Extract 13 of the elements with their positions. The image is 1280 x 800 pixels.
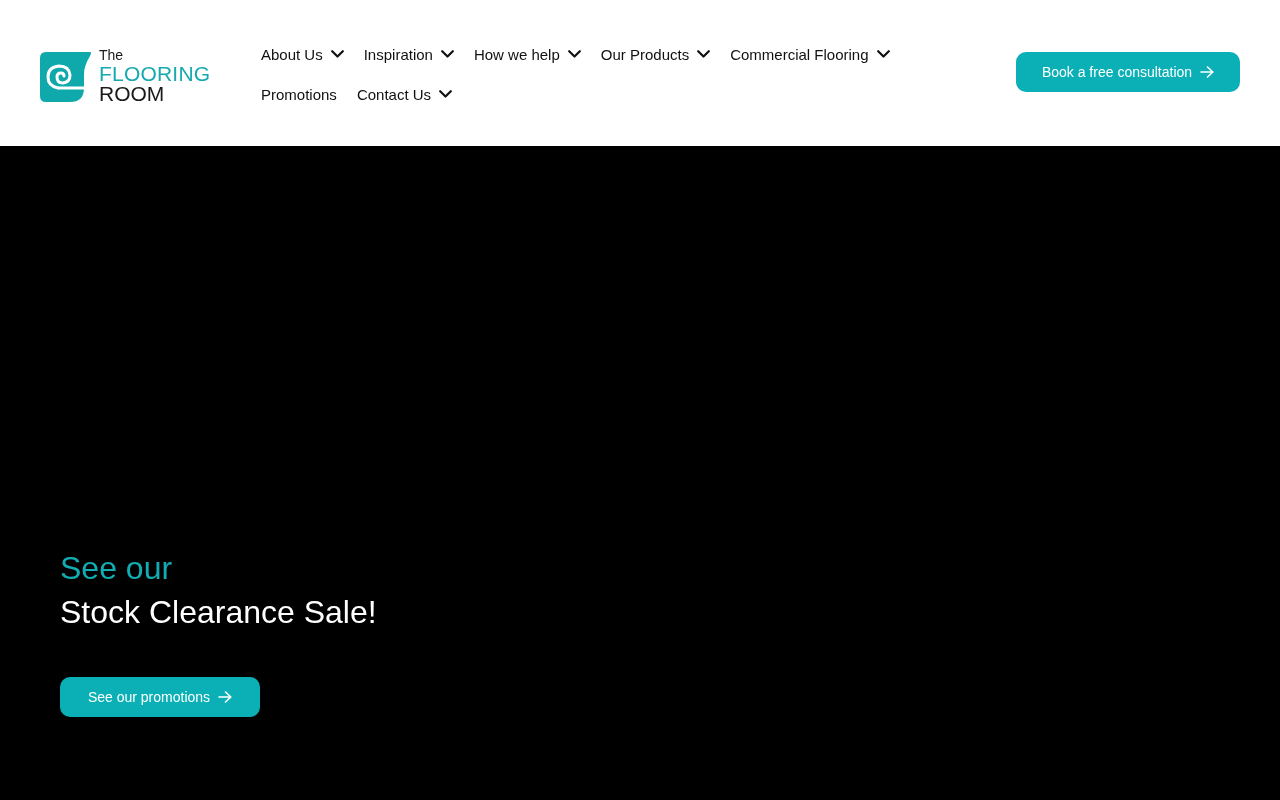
nav-link[interactable]: Our Products [600, 34, 711, 74]
hero-title: Stock Clearance Sale! [60, 593, 377, 632]
nav-link[interactable]: Inspiration [363, 34, 454, 74]
nav-link[interactable]: Promotions [261, 74, 337, 114]
arrow-right-icon [218, 691, 233, 703]
logo-text: The FLOORING ROOM [99, 50, 211, 104]
logo-icon [40, 52, 92, 102]
arrow-right-icon [1200, 66, 1215, 78]
nav-link[interactable]: Commercial Flooring [730, 34, 890, 74]
nav-link[interactable]: Contact Us [356, 74, 453, 114]
nav-link[interactable]: How we help [473, 34, 581, 74]
nav-link[interactable]: About Us [261, 34, 344, 74]
hero-subtitle: See our [60, 549, 173, 588]
